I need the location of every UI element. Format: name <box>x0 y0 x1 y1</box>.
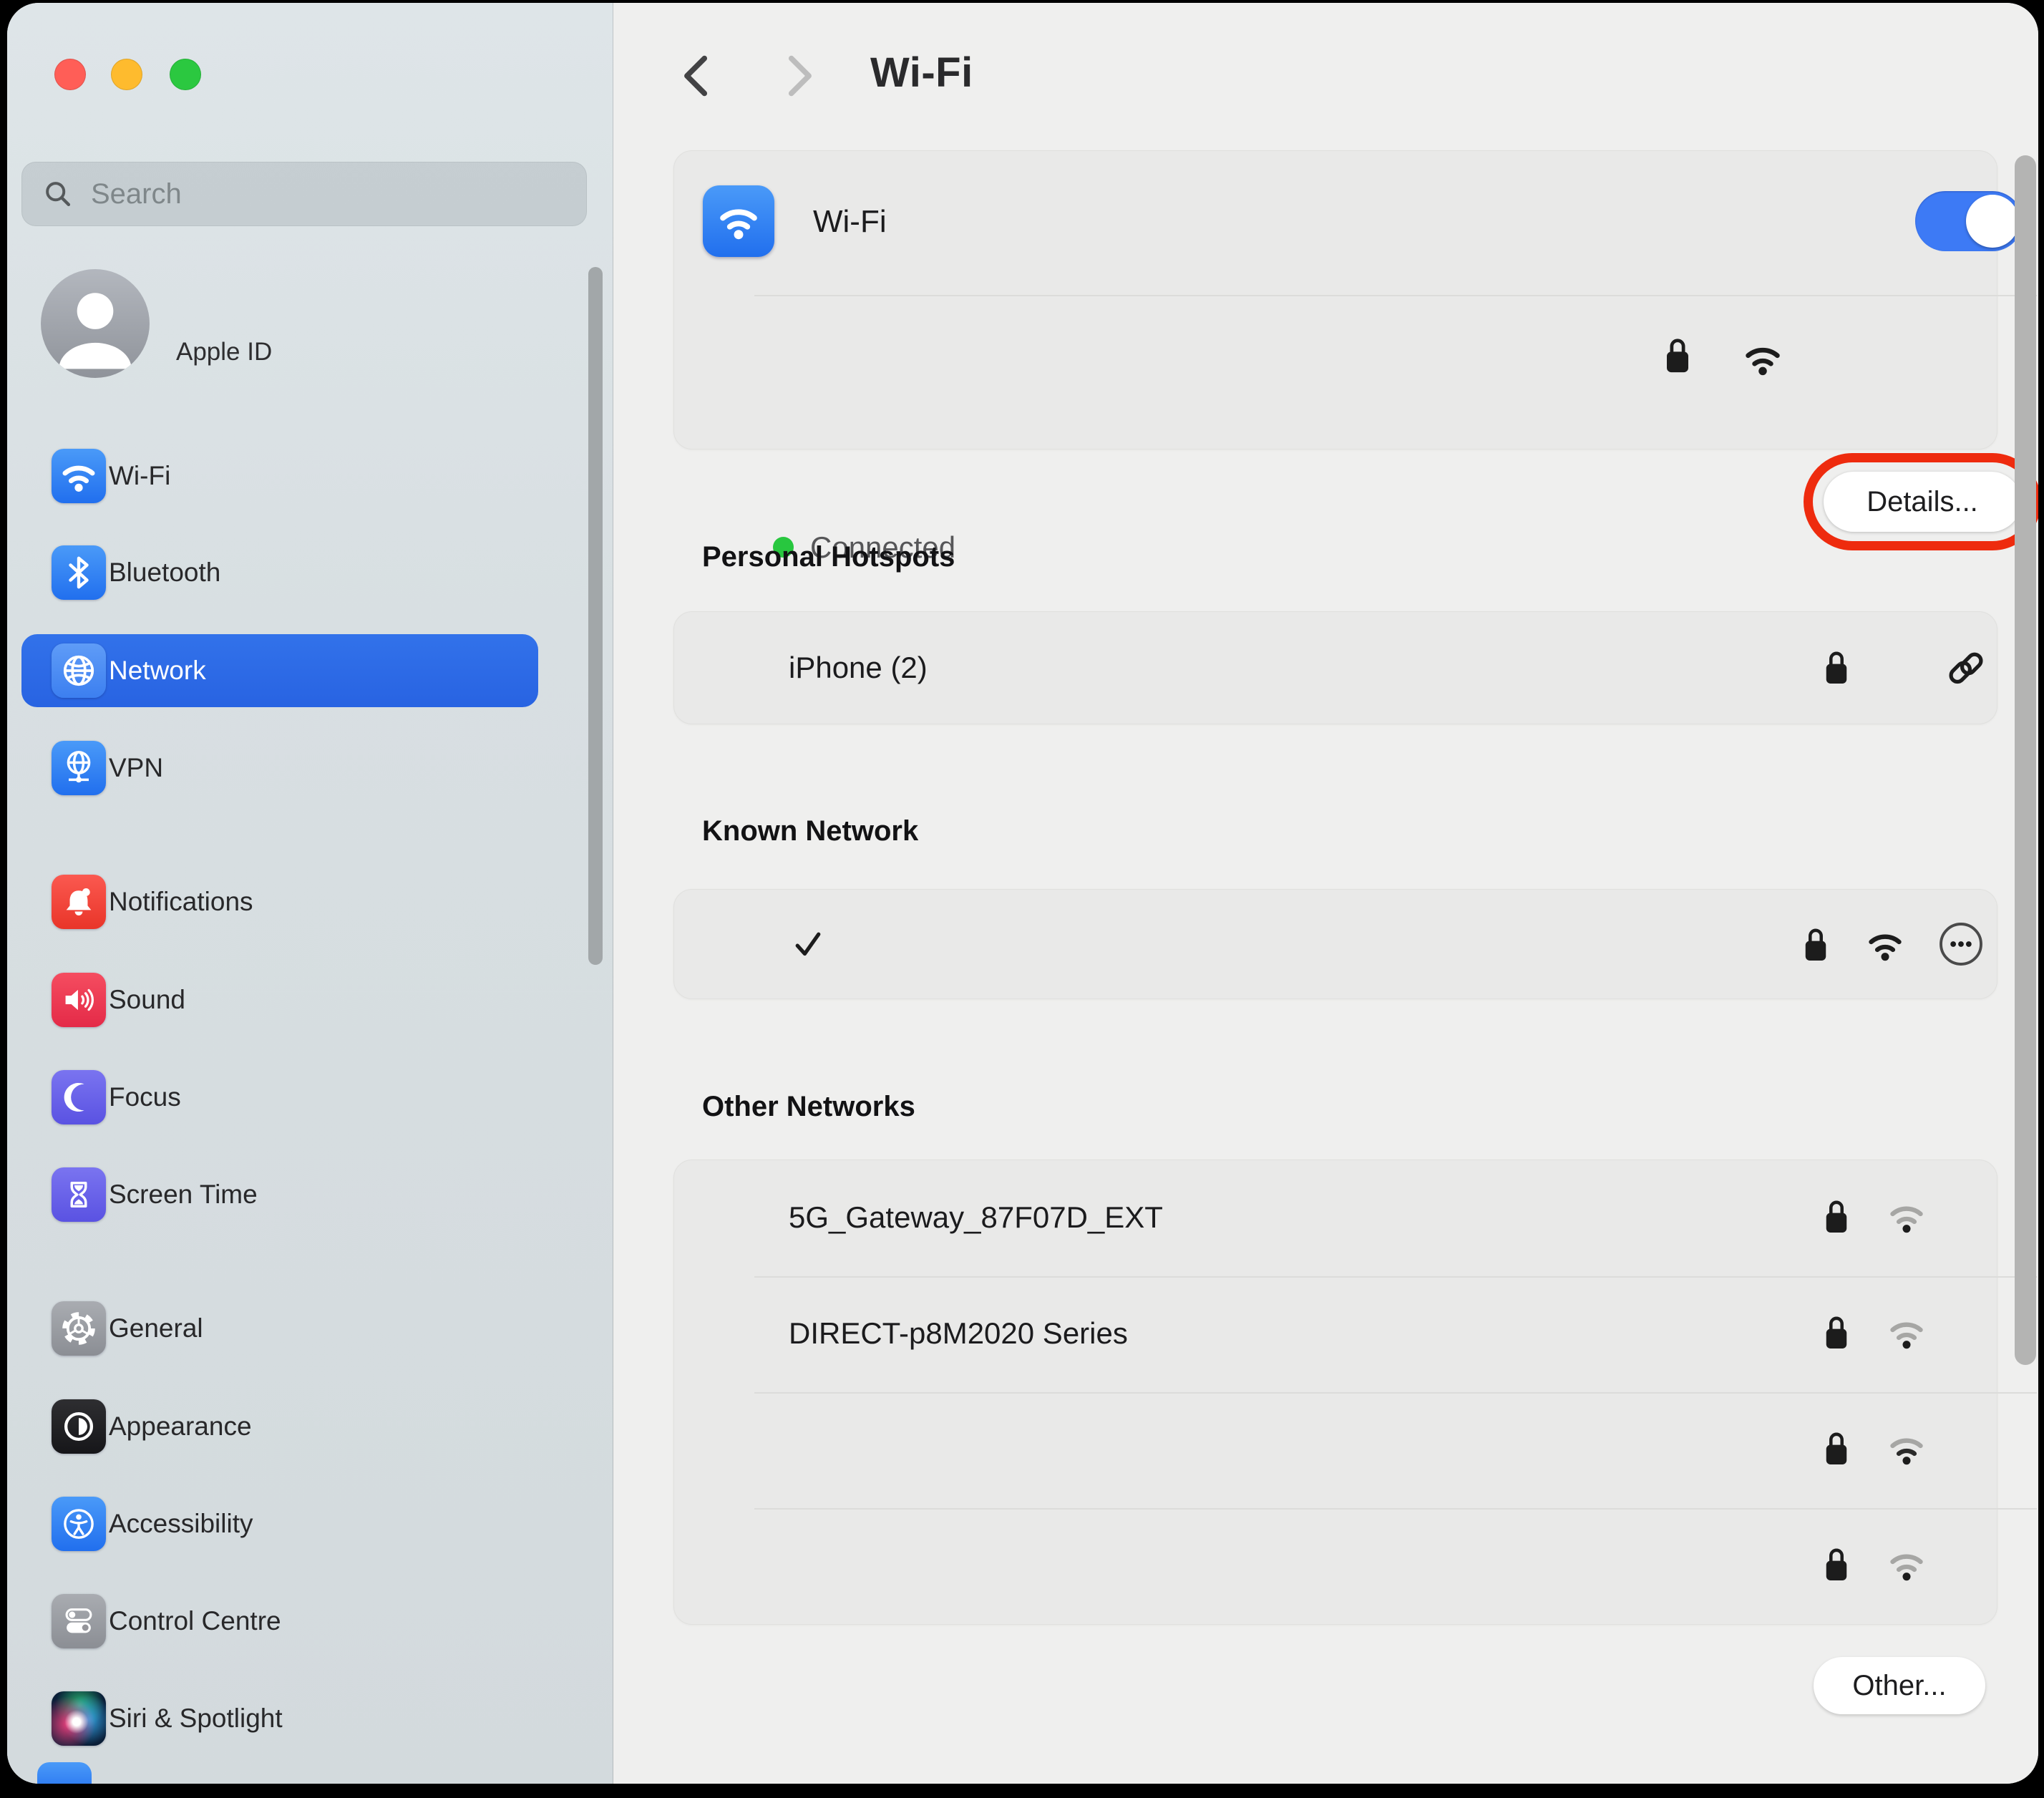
globe-icon <box>52 643 106 698</box>
chevron-left-icon <box>678 53 714 99</box>
sidebar-item-vpn[interactable]: VPN <box>21 732 538 805</box>
other-networks-card: 5G_Gateway_87F07D_EXT DIRECT-p8M2020 Ser… <box>673 1160 1997 1625</box>
sidebar-item-network[interactable]: Network <box>21 634 538 707</box>
sidebar-item-general[interactable]: General <box>21 1292 538 1365</box>
wifi-icon <box>52 449 106 503</box>
sidebar-scrollbar[interactable] <box>588 267 603 965</box>
bell-icon <box>52 875 106 929</box>
sidebar-item-control-centre[interactable]: Control Centre <box>21 1585 538 1658</box>
system-settings-window: Search Apple ID Wi-Fi <box>7 3 2038 1784</box>
sidebar-item-focus[interactable]: Focus <box>21 1061 538 1134</box>
sidebar-item-partial-icon[interactable] <box>37 1762 92 1784</box>
avatar[interactable] <box>41 269 150 378</box>
card-divider <box>754 1392 2037 1394</box>
annotation-ring <box>1804 453 2038 550</box>
sidebar-item-screen-time[interactable]: Screen Time <box>21 1158 538 1231</box>
search-placeholder: Search <box>91 178 182 210</box>
section-title-personal-hotspots: Personal Hotspots <box>702 541 955 573</box>
toggles-icon <box>52 1594 106 1648</box>
section-title-other-networks: Other Networks <box>702 1091 915 1123</box>
other-network-button[interactable]: Other... <box>1814 1657 1985 1714</box>
lock-icon <box>1663 336 1692 376</box>
network-row-name[interactable]: 5G_Gateway_87F07D_EXT <box>789 1200 1163 1235</box>
wifi-signal-icon <box>1887 1316 1927 1349</box>
moon-icon <box>52 1070 106 1124</box>
known-network-card <box>673 889 1997 999</box>
search-input[interactable]: Search <box>21 162 587 226</box>
wifi-signal-icon <box>1865 928 1905 961</box>
network-row-name[interactable]: DIRECT-p8M2020 Series <box>789 1316 1128 1351</box>
wifi-signal-icon <box>1742 341 1783 376</box>
personal-hotspots-card: iPhone (2) <box>673 611 1997 724</box>
bluetooth-icon <box>52 545 106 600</box>
accessibility-icon <box>52 1497 106 1551</box>
search-icon <box>42 178 74 210</box>
more-circle-icon[interactable] <box>1938 921 1984 967</box>
zoom-button[interactable] <box>170 59 201 90</box>
lock-icon <box>1823 1197 1850 1236</box>
vpn-globe-icon <box>52 741 106 795</box>
sidebar-item-sound[interactable]: Sound <box>21 963 538 1036</box>
user-avatar-icon <box>41 269 150 378</box>
forward-button[interactable] <box>774 50 825 102</box>
chevron-right-icon <box>782 53 817 99</box>
wifi-toggle[interactable] <box>1915 191 2023 251</box>
lock-icon <box>1823 648 1850 687</box>
lock-icon <box>1802 925 1829 964</box>
wifi-label: Wi-Fi <box>813 204 887 240</box>
card-divider <box>754 1276 2037 1278</box>
page-title: Wi-Fi <box>870 49 973 97</box>
sidebar: Search Apple ID Wi-Fi <box>7 3 613 1784</box>
close-button[interactable] <box>54 59 86 90</box>
sidebar-item-bluetooth[interactable]: Bluetooth <box>21 536 538 609</box>
lock-icon <box>1823 1545 1850 1584</box>
back-button[interactable] <box>671 50 722 102</box>
contrast-icon <box>52 1399 106 1454</box>
wifi-signal-icon <box>1887 1548 1927 1581</box>
siri-icon <box>52 1691 106 1746</box>
sidebar-item-notifications[interactable]: Notifications <box>21 865 538 938</box>
speaker-icon <box>52 973 106 1027</box>
sidebar-item-accessibility[interactable]: Accessibility <box>21 1487 538 1560</box>
link-icon <box>1944 646 1988 691</box>
gear-icon <box>52 1301 106 1356</box>
card-divider <box>754 295 2037 296</box>
toggle-knob <box>1966 195 2019 248</box>
sidebar-item-apple-id[interactable]: Apple ID <box>176 338 272 366</box>
lock-icon <box>1823 1429 1850 1468</box>
main-scrollbar[interactable] <box>2015 155 2036 1365</box>
wifi-icon <box>703 185 774 257</box>
section-title-known-network: Known Network <box>702 815 918 847</box>
checkmark-icon <box>790 927 826 963</box>
sidebar-item-siri-spotlight[interactable]: Siri & Spotlight <box>21 1682 538 1755</box>
wifi-signal-icon <box>1887 1200 1927 1233</box>
hourglass-icon <box>52 1167 106 1222</box>
sidebar-item-appearance[interactable]: Appearance <box>21 1390 538 1463</box>
main-panel: Wi-Fi Wi-Fi <box>613 3 2038 1784</box>
lock-icon <box>1823 1313 1850 1352</box>
wifi-card: Wi-Fi Details... Connected <box>673 150 1997 450</box>
wifi-signal-icon <box>1887 1432 1927 1465</box>
sidebar-item-wifi[interactable]: Wi-Fi <box>21 439 538 512</box>
hotspot-row[interactable]: iPhone (2) <box>789 651 928 685</box>
card-divider <box>754 1508 2037 1510</box>
minimize-button[interactable] <box>111 59 142 90</box>
